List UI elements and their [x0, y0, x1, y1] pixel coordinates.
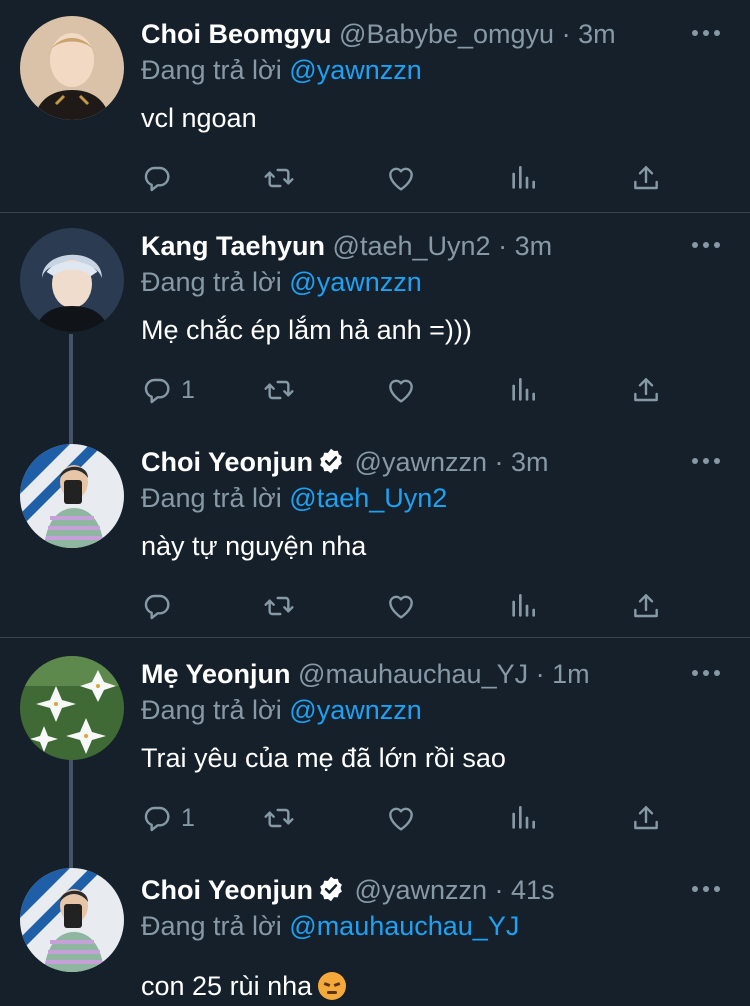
share-button[interactable]	[630, 372, 662, 408]
retweet-icon	[263, 590, 295, 622]
replying-to-label: Đang trả lời	[141, 55, 282, 85]
retweet-button[interactable]	[263, 800, 295, 836]
analytics-icon	[507, 590, 539, 622]
retweet-button[interactable]	[263, 372, 295, 408]
analytics-icon	[507, 162, 539, 194]
display-name[interactable]: Mẹ Yeonjun	[141, 659, 291, 689]
analytics-button[interactable]	[507, 372, 539, 408]
analytics-button[interactable]	[507, 588, 539, 624]
share-button[interactable]	[630, 800, 662, 836]
timestamp[interactable]: 3m	[511, 447, 549, 477]
share-button[interactable]	[630, 588, 662, 624]
reply-button[interactable]: 1	[141, 800, 195, 836]
retweet-button[interactable]	[263, 160, 295, 196]
display-name[interactable]: Kang Taehyun	[141, 231, 325, 261]
reply-button[interactable]: 1	[141, 372, 195, 408]
more-icon[interactable]	[692, 458, 720, 466]
tweet-4[interactable]: Mẹ Yeonjun @mauhauchau_YJ · 1m Đang trả …	[0, 656, 750, 856]
user-handle[interactable]: @taeh_Uyn2	[333, 231, 491, 261]
heart-icon	[385, 802, 417, 834]
tweet-text: Trai yêu của mẹ đã lớn rồi sao	[141, 743, 506, 773]
heart-icon	[385, 374, 417, 406]
separator: ·	[498, 231, 508, 261]
verified-badge-icon	[317, 447, 345, 475]
timestamp[interactable]: 3m	[515, 231, 553, 261]
more-icon[interactable]	[692, 670, 720, 678]
like-button[interactable]	[385, 372, 417, 408]
reply-count: 1	[181, 375, 195, 404]
tweet-text: con 25 rùi nha	[141, 971, 313, 1001]
timestamp[interactable]: 41s	[511, 875, 555, 905]
timestamp[interactable]: 3m	[578, 19, 616, 49]
more-icon[interactable]	[692, 886, 720, 894]
divider	[0, 637, 750, 638]
reply-icon	[141, 162, 173, 194]
analytics-button[interactable]	[507, 160, 539, 196]
heart-icon	[385, 590, 417, 622]
separator: ·	[535, 659, 545, 689]
mention-link[interactable]: @yawnzzn	[289, 695, 421, 725]
share-icon	[630, 802, 662, 834]
mention-link[interactable]: @yawnzzn	[289, 55, 421, 85]
tweet-5[interactable]: Choi Yeonjun @yawnzzn · 41s Đang trả lời…	[0, 868, 750, 1006]
reply-button[interactable]	[141, 588, 181, 624]
analytics-icon	[507, 802, 539, 834]
tweet-text: này tự nguyện nha	[141, 531, 367, 561]
separator: ·	[494, 447, 504, 477]
divider	[0, 212, 750, 213]
avatar[interactable]	[20, 16, 124, 120]
display-name[interactable]: Choi Yeonjun	[141, 447, 313, 477]
avatar[interactable]	[20, 444, 124, 548]
reply-icon	[141, 590, 173, 622]
retweet-icon	[263, 162, 295, 194]
reply-icon	[141, 374, 173, 406]
separator: ·	[494, 875, 504, 905]
mention-link[interactable]: @yawnzzn	[289, 267, 421, 297]
angry-face-emoji	[318, 972, 347, 1000]
user-handle[interactable]: @yawnzzn	[355, 875, 487, 905]
mention-link[interactable]: @mauhauchau_YJ	[289, 911, 519, 941]
like-button[interactable]	[385, 160, 417, 196]
analytics-icon	[507, 374, 539, 406]
reply-button[interactable]	[141, 160, 181, 196]
like-button[interactable]	[385, 800, 417, 836]
timestamp[interactable]: 1m	[552, 659, 590, 689]
retweet-button[interactable]	[263, 588, 295, 624]
share-icon	[630, 590, 662, 622]
replying-to-label: Đang trả lời	[141, 267, 282, 297]
share-icon	[630, 374, 662, 406]
user-handle[interactable]: @yawnzzn	[355, 447, 487, 477]
tweet-text: vcl ngoan	[141, 103, 257, 133]
more-icon[interactable]	[692, 242, 720, 250]
display-name[interactable]: Choi Yeonjun	[141, 875, 313, 905]
tweet-1[interactable]: Choi Beomgyu @Babybe_omgyu · 3m Đang trả…	[0, 0, 750, 212]
verified-badge-icon	[317, 875, 345, 903]
analytics-button[interactable]	[507, 800, 539, 836]
replying-to-label: Đang trả lời	[141, 483, 282, 513]
tweet-2[interactable]: Kang Taehyun @taeh_Uyn2 · 3m Đang trả lờ…	[0, 228, 750, 428]
share-button[interactable]	[630, 160, 662, 196]
user-handle[interactable]: @Babybe_omgyu	[339, 19, 554, 49]
replying-to-label: Đang trả lời	[141, 911, 282, 941]
replying-to-label: Đang trả lời	[141, 695, 282, 725]
display-name[interactable]: Choi Beomgyu	[141, 19, 332, 49]
retweet-icon	[263, 802, 295, 834]
retweet-icon	[263, 374, 295, 406]
avatar[interactable]	[20, 868, 124, 972]
lily-flowers	[20, 656, 124, 760]
tweet-text: Mẹ chắc ép lắm hả anh =)))	[141, 315, 472, 345]
more-icon[interactable]	[692, 30, 720, 38]
mention-link[interactable]: @taeh_Uyn2	[289, 483, 447, 513]
reply-count: 1	[181, 803, 195, 832]
avatar[interactable]	[20, 656, 124, 760]
tweet-3[interactable]: Choi Yeonjun @yawnzzn · 3m Đang trả lời …	[0, 444, 750, 634]
avatar[interactable]	[20, 228, 124, 332]
user-handle[interactable]: @mauhauchau_YJ	[298, 659, 528, 689]
heart-icon	[385, 162, 417, 194]
share-icon	[630, 162, 662, 194]
reply-icon	[141, 802, 173, 834]
like-button[interactable]	[385, 588, 417, 624]
separator: ·	[561, 19, 571, 49]
